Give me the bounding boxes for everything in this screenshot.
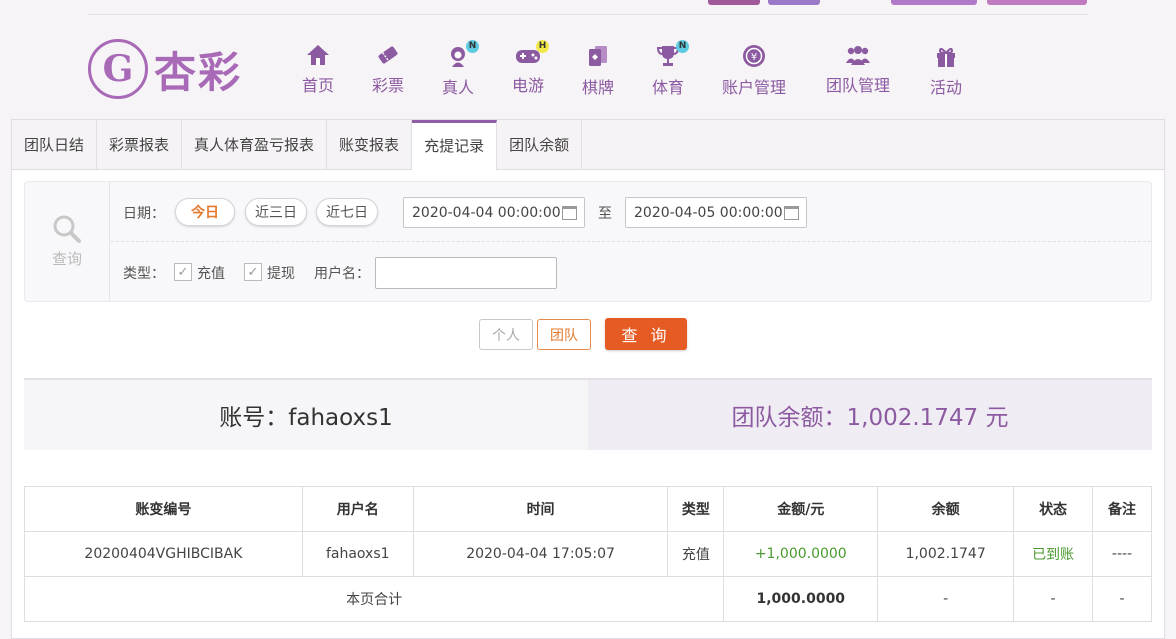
- nav-item-egame[interactable]: H 电游: [507, 40, 549, 96]
- col-header: 类型: [667, 486, 725, 532]
- team-button[interactable]: 团队: [537, 319, 591, 350]
- start-date-input[interactable]: 2020-04-04 00:00:00: [403, 197, 585, 228]
- col-header: 时间: [412, 486, 669, 532]
- records-table: 账变编号 用户名 时间 类型 金额/元 余额 状态 备注 20200404VGH…: [23, 486, 1152, 622]
- withdraw-checkbox[interactable]: ✓: [244, 263, 262, 281]
- top-button-4[interactable]: [987, 0, 1087, 5]
- withdraw-checkbox-label: 提现: [267, 266, 295, 282]
- col-header: 余额: [877, 486, 1015, 532]
- cell-serial: 20200404VGHIBCIBAK: [24, 531, 303, 577]
- page-total-balance: -: [877, 576, 1015, 622]
- gamepad-icon: H: [515, 40, 549, 66]
- cell-balance: 1,002.1747: [877, 531, 1015, 577]
- cell-time: 2020-04-04 17:05:07: [412, 531, 669, 577]
- preset-today-button[interactable]: 今日: [175, 198, 235, 226]
- to-label: 至: [598, 206, 612, 222]
- query-side-label: 查询: [51, 250, 82, 268]
- table-header-row: 账变编号 用户名 时间 类型 金额/元 余额 状态 备注: [24, 486, 1152, 532]
- nav-item-sports[interactable]: N 体育: [647, 40, 689, 97]
- report-tabs: 团队日结 彩票报表 真人体育盈亏报表 账变报表 充提记录 团队余额: [12, 120, 1164, 170]
- nav-item-home[interactable]: 首页: [297, 44, 339, 96]
- page-total-amount: 1,000.0000: [723, 576, 879, 622]
- table-row: 20200404VGHIBCIBAK fahaoxs1 2020-04-04 1…: [24, 531, 1152, 577]
- top-button-3[interactable]: [891, 0, 977, 5]
- calendar-icon: [784, 206, 799, 220]
- svg-text:¥: ¥: [751, 52, 757, 63]
- nav-item-lottery[interactable]: 彩票: [367, 44, 409, 96]
- nav-item-team[interactable]: 团队管理: [822, 44, 894, 96]
- tab-lottery-report[interactable]: 彩票报表: [97, 120, 183, 169]
- table-footer-row: 本页合计 1,000.0000 - - -: [23, 576, 1152, 622]
- new-badge: N: [466, 40, 479, 53]
- top-button-2[interactable]: [768, 0, 820, 5]
- tab-deposit-withdraw[interactable]: 充提记录: [412, 120, 498, 170]
- lottery-ticket-icon: [375, 44, 401, 66]
- cell-amount: +1,000.0000: [723, 531, 879, 577]
- col-header: 金额/元: [723, 486, 879, 532]
- account-coin-icon: ¥: [741, 44, 767, 68]
- cell-username: fahaoxs1: [301, 531, 414, 577]
- home-icon: [305, 44, 331, 66]
- tab-account-change[interactable]: 账变报表: [327, 120, 413, 169]
- col-header: 账变编号: [24, 486, 303, 532]
- col-header: 用户名: [301, 486, 414, 532]
- gift-icon: [933, 44, 959, 68]
- top-divider: [88, 14, 1088, 15]
- top-button-1[interactable]: [708, 0, 760, 5]
- username-label: 用户名：: [314, 266, 370, 282]
- search-icon: [53, 215, 81, 243]
- query-form: 查询 日期： 今日 近三日 近七日 2020-04-04 00:00:00 至 …: [24, 181, 1152, 302]
- hot-badge: H: [536, 40, 549, 53]
- nav-item-promo[interactable]: 活动: [925, 44, 967, 97]
- tab-team-daily[interactable]: 团队日结: [12, 120, 98, 169]
- cell-type: 充值: [667, 531, 725, 577]
- preset-3days-button[interactable]: 近三日: [245, 198, 307, 226]
- tab-live-sports-report[interactable]: 真人体育盈亏报表: [182, 120, 328, 169]
- trophy-icon: N: [655, 40, 689, 68]
- page-total-label: 本页合计: [23, 576, 725, 622]
- nav-item-account[interactable]: ¥ 账户管理: [718, 44, 790, 97]
- type-label: 类型：: [123, 266, 165, 282]
- personal-button[interactable]: 个人: [479, 319, 533, 350]
- deposit-checkbox-label: 充值: [197, 266, 225, 282]
- tab-team-balance[interactable]: 团队余额: [497, 120, 583, 169]
- col-header: 状态: [1013, 486, 1094, 532]
- playing-cards-icon: [585, 44, 611, 68]
- cell-note: ----: [1092, 531, 1152, 577]
- new-badge: N: [676, 40, 689, 53]
- summary-bar: 账号：fahaoxs1 团队余额：1,002.1747 元: [24, 378, 1152, 450]
- account-summary: 账号：fahaoxs1: [24, 380, 588, 450]
- col-header: 备注: [1092, 486, 1152, 532]
- cell-status: 已到账: [1013, 531, 1094, 577]
- search-button[interactable]: 查 询: [605, 318, 687, 350]
- date-row: 日期： 今日 近三日 近七日 2020-04-04 00:00:00 至 202…: [111, 182, 1151, 242]
- team-users-icon: [845, 44, 871, 66]
- username-input[interactable]: [375, 257, 557, 289]
- main-nav: 首页 彩票 N 真人 H 电游 棋牌 N 体育 ¥ 账户管理 团队管理 活动: [0, 40, 1176, 97]
- calendar-icon: [562, 206, 577, 220]
- deposit-checkbox[interactable]: ✓: [174, 263, 192, 281]
- live-dealer-icon: N: [445, 40, 479, 68]
- team-balance-summary: 团队余额：1,002.1747 元: [588, 380, 1152, 450]
- date-label: 日期：: [123, 206, 165, 222]
- end-date-input[interactable]: 2020-04-05 00:00:00: [625, 197, 807, 228]
- preset-7days-button[interactable]: 近七日: [316, 198, 378, 226]
- main-panel: 团队日结 彩票报表 真人体育盈亏报表 账变报表 充提记录 团队余额 查询 日期：…: [11, 119, 1165, 639]
- type-row: 类型： ✓ 充值 ✓ 提现 用户名：: [111, 243, 1151, 301]
- nav-item-live[interactable]: N 真人: [437, 40, 479, 97]
- page-total-note: -: [1092, 576, 1152, 622]
- nav-item-chess[interactable]: 棋牌: [577, 44, 619, 97]
- query-side: 查询: [25, 182, 110, 301]
- page-total-status: -: [1013, 576, 1094, 622]
